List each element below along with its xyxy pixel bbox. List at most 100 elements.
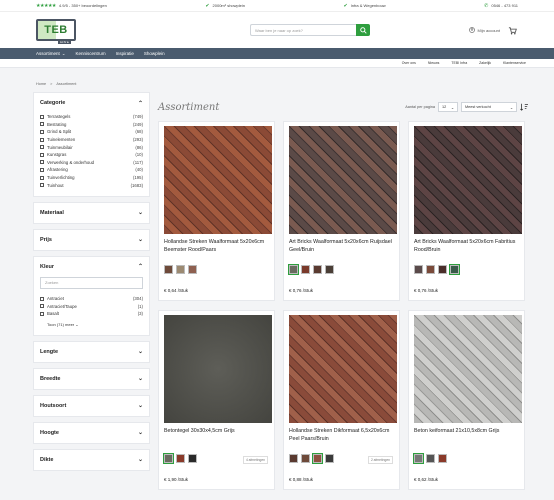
color-swatch[interactable] bbox=[414, 265, 423, 274]
option-count: (68) bbox=[135, 129, 143, 135]
subnav-nieuws[interactable]: Nieuws bbox=[428, 61, 439, 65]
product-card[interactable]: Hollandse Streken Waalformaat 5x20x6cm B… bbox=[158, 121, 275, 301]
filter-header[interactable]: Breedte ⌄ bbox=[34, 369, 149, 389]
category-option[interactable]: Bestrating (249) bbox=[40, 121, 143, 129]
search-input[interactable]: Waar ben je naar op zoek? bbox=[250, 24, 356, 36]
color-swatch[interactable] bbox=[438, 265, 447, 274]
sort-select[interactable]: Meest verkocht ⌄ bbox=[461, 102, 517, 112]
product-image[interactable] bbox=[414, 126, 522, 234]
show-more-button[interactable]: Toon (71) meer ⌄ bbox=[34, 320, 149, 335]
price-unit: /Stuk bbox=[427, 288, 439, 293]
per-page-select[interactable]: 12 ⌄ bbox=[438, 102, 458, 112]
product-name[interactable]: Betontegel 30x30x4,5cm Grijs bbox=[164, 427, 272, 435]
color-swatch[interactable] bbox=[289, 454, 298, 463]
color-swatch[interactable] bbox=[162, 452, 175, 465]
checkbox[interactable] bbox=[40, 129, 44, 134]
product-name[interactable]: Beton keiformaat 21x10,5x8cm Grijs bbox=[414, 427, 522, 435]
nav-item-showplein[interactable]: Showplein bbox=[144, 51, 165, 56]
filter-title: Dikte bbox=[40, 456, 54, 463]
checkbox[interactable] bbox=[40, 311, 44, 316]
subnav-klantenservice[interactable]: Klantenservice bbox=[503, 61, 526, 65]
size-options-badge[interactable]: 4 afmetingen bbox=[242, 456, 268, 464]
cart-button[interactable] bbox=[506, 24, 518, 36]
color-swatch[interactable] bbox=[426, 265, 435, 274]
checkbox[interactable] bbox=[40, 114, 44, 119]
filter-header[interactable]: Houtsoort ⌄ bbox=[34, 396, 149, 416]
phone[interactable]: ✆ 0546 - 473 911 bbox=[484, 3, 518, 9]
category-option[interactable]: Terrastegels (749) bbox=[40, 113, 143, 121]
color-swatch[interactable] bbox=[325, 265, 334, 274]
search-button[interactable] bbox=[356, 24, 370, 36]
product-image[interactable] bbox=[289, 315, 397, 423]
nav-item-inspiratie[interactable]: Inspiratie bbox=[116, 51, 134, 56]
color-swatch[interactable] bbox=[164, 265, 173, 274]
color-swatch[interactable] bbox=[438, 454, 447, 463]
breadcrumb-home[interactable]: Home bbox=[36, 82, 46, 86]
category-option[interactable]: Afrastering (40) bbox=[40, 166, 143, 174]
color-search-input[interactable]: Zoeken bbox=[40, 276, 143, 289]
product-image[interactable] bbox=[414, 315, 522, 423]
color-swatch[interactable] bbox=[188, 454, 197, 463]
category-option[interactable]: Kunstgras (10) bbox=[40, 151, 143, 159]
color-swatch[interactable] bbox=[426, 454, 435, 463]
color-swatch[interactable] bbox=[311, 452, 324, 465]
filter-header[interactable]: Prijs ⌄ bbox=[34, 230, 149, 250]
filter-header[interactable]: Lengte ⌄ bbox=[34, 342, 149, 362]
subnav-over-ons[interactable]: Over ons bbox=[402, 61, 416, 65]
filter-header[interactable]: Kleur ⌃ bbox=[34, 257, 149, 277]
color-swatch[interactable] bbox=[301, 265, 310, 274]
checkbox[interactable] bbox=[40, 137, 44, 142]
category-option[interactable]: Tuinelementen (293) bbox=[40, 136, 143, 144]
size-options-badge[interactable]: 2 afmetingen bbox=[367, 456, 393, 464]
checkbox[interactable] bbox=[40, 167, 44, 172]
checkbox[interactable] bbox=[40, 175, 44, 180]
color-swatch[interactable] bbox=[176, 454, 185, 463]
checkbox[interactable] bbox=[40, 304, 44, 309]
checkbox[interactable] bbox=[40, 296, 44, 301]
product-card[interactable]: Betontegel 30x30x4,5cm Grijs 4 afmetingen… bbox=[158, 310, 275, 490]
category-option[interactable]: Tuinmeubilair (86) bbox=[40, 143, 143, 151]
account-link[interactable]: Mijn account bbox=[468, 27, 500, 33]
color-swatch[interactable] bbox=[287, 263, 300, 276]
logo[interactable]: TEB infra bbox=[36, 19, 80, 44]
product-name[interactable]: Hollandse Streken Dikformaat 6,5x20x6cm … bbox=[289, 427, 397, 443]
sort-icon[interactable] bbox=[520, 103, 528, 111]
color-option[interactable]: Antraciet/Taupe (1) bbox=[40, 303, 143, 311]
nav-item-kenniscentrum[interactable]: Kenniscentrum bbox=[76, 51, 106, 56]
product-name[interactable]: Art Bricks Waalformaat 5x20x6cm Ruijsdae… bbox=[289, 238, 397, 254]
product-image[interactable] bbox=[164, 126, 272, 234]
product-name[interactable]: Art Bricks Waalformaat 5x20x6cm Fabritiu… bbox=[414, 238, 522, 254]
checkbox[interactable] bbox=[40, 122, 44, 127]
subnav-tebi-infra[interactable]: TEBI Infra bbox=[451, 61, 467, 65]
checkbox[interactable] bbox=[40, 152, 44, 157]
product-card[interactable]: Art Bricks Waalformaat 5x20x6cm Ruijsdae… bbox=[283, 121, 400, 301]
nav-item-assortiment[interactable]: Assortiment ⌄ bbox=[36, 51, 66, 57]
filter-header[interactable]: Materiaal ⌄ bbox=[34, 203, 149, 223]
color-swatch[interactable] bbox=[325, 454, 334, 463]
product-card[interactable]: Beton keiformaat 21x10,5x8cm Grijs € 0,62… bbox=[408, 310, 525, 490]
color-swatch[interactable] bbox=[188, 265, 197, 274]
checkbox[interactable] bbox=[40, 145, 44, 150]
checkbox[interactable] bbox=[40, 183, 44, 188]
color-swatch[interactable] bbox=[448, 263, 461, 276]
subnav-zakelijk[interactable]: Zakelijk bbox=[479, 61, 491, 65]
checkbox[interactable] bbox=[40, 160, 44, 165]
product-image[interactable] bbox=[164, 315, 272, 423]
product-image[interactable] bbox=[289, 126, 397, 234]
product-card[interactable]: Hollandse Streken Dikformaat 6,5x20x6cm … bbox=[283, 310, 400, 490]
color-option[interactable]: Antraciet (304) bbox=[40, 295, 143, 303]
color-swatch[interactable] bbox=[313, 265, 322, 274]
category-option[interactable]: Grind & Split (68) bbox=[40, 128, 143, 136]
color-swatch[interactable] bbox=[176, 265, 185, 274]
filter-header[interactable]: Categorie ⌃ bbox=[34, 93, 149, 113]
category-option[interactable]: Tuinverlichting (195) bbox=[40, 174, 143, 182]
filter-header[interactable]: Dikte ⌄ bbox=[34, 450, 149, 470]
category-option[interactable]: Verwerking & onderhoud (117) bbox=[40, 159, 143, 167]
color-swatch[interactable] bbox=[301, 454, 310, 463]
filter-header[interactable]: Hoogte ⌄ bbox=[34, 423, 149, 443]
product-name[interactable]: Hollandse Streken Waalformaat 5x20x6cm B… bbox=[164, 238, 272, 254]
color-option[interactable]: Basalt (3) bbox=[40, 310, 143, 318]
product-card[interactable]: Art Bricks Waalformaat 5x20x6cm Fabritiu… bbox=[408, 121, 525, 301]
color-swatch[interactable] bbox=[412, 452, 425, 465]
category-option[interactable]: Tuinhout (1683) bbox=[40, 181, 143, 189]
